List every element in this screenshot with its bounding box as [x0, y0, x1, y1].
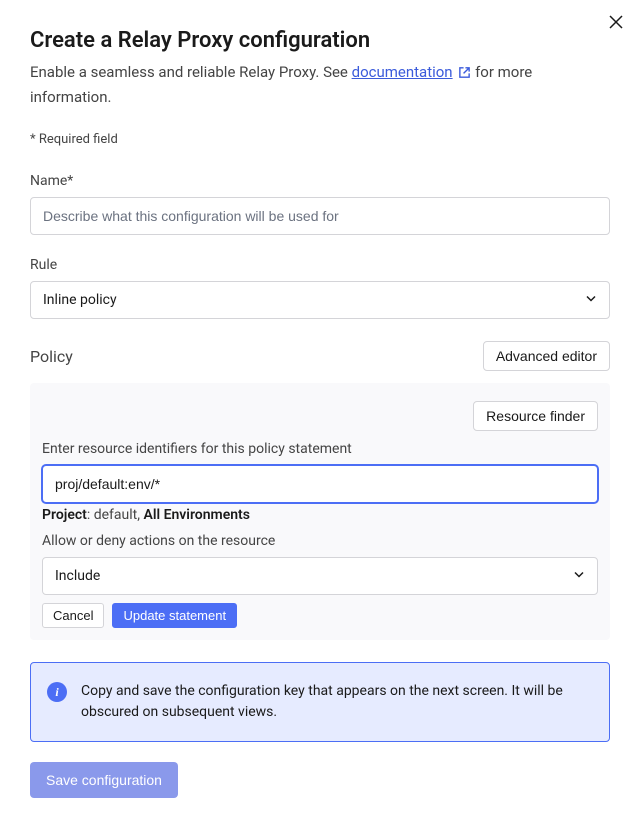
- policy-panel: Resource finder Enter resource identifie…: [30, 383, 610, 640]
- info-alert-text: Copy and save the configuration key that…: [81, 681, 593, 723]
- allow-deny-label: Allow or deny actions on the resource: [42, 533, 598, 549]
- resource-identifiers-label: Enter resource identifiers for this poli…: [42, 441, 598, 457]
- policy-section-title: Policy: [30, 347, 73, 366]
- name-input[interactable]: [30, 197, 610, 235]
- update-statement-button[interactable]: Update statement: [112, 603, 237, 628]
- advanced-editor-button[interactable]: Advanced editor: [483, 341, 610, 371]
- name-label: Name*: [30, 173, 610, 189]
- rule-label: Rule: [30, 257, 610, 273]
- allow-deny-select[interactable]: Include: [42, 557, 598, 595]
- documentation-link[interactable]: documentation: [352, 63, 453, 81]
- rule-select[interactable]: Inline policy: [30, 281, 610, 319]
- external-link-icon: [458, 63, 471, 86]
- close-button[interactable]: [604, 10, 628, 38]
- save-configuration-button[interactable]: Save configuration: [30, 762, 178, 798]
- resource-description: Project: default, All Environments: [42, 507, 598, 523]
- close-icon: [608, 14, 624, 30]
- required-field-note: * Required field: [30, 132, 610, 147]
- info-alert: i Copy and save the configuration key th…: [30, 662, 610, 742]
- page-subtitle: Enable a seamless and reliable Relay Pro…: [30, 61, 610, 108]
- cancel-button[interactable]: Cancel: [42, 603, 104, 628]
- info-icon: i: [47, 682, 67, 702]
- page-title: Create a Relay Proxy configuration: [30, 28, 610, 53]
- resource-finder-button[interactable]: Resource finder: [473, 401, 598, 431]
- resource-identifiers-input[interactable]: [42, 465, 598, 503]
